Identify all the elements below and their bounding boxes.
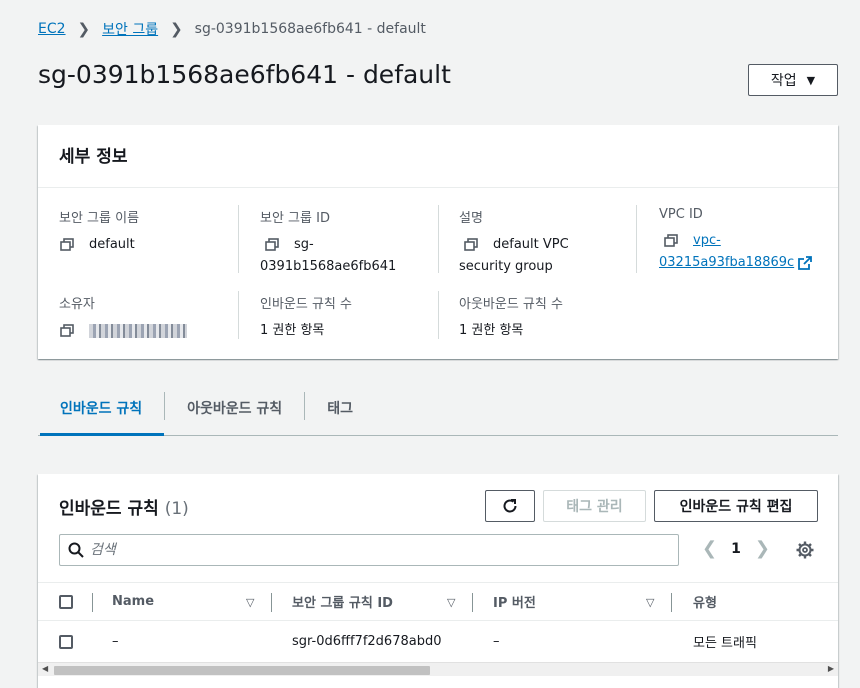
copy-icon[interactable] bbox=[264, 238, 280, 252]
chevron-right-icon[interactable]: ❯ bbox=[755, 538, 770, 559]
sort-caret-icon[interactable]: ▽ bbox=[646, 596, 654, 609]
external-link-icon[interactable] bbox=[798, 256, 813, 270]
cell-name: – bbox=[112, 634, 119, 649]
sg-id-field: 보안 그룹 ID sg- 0391b1568ae6fb641 bbox=[260, 207, 396, 278]
description-label: 설명 bbox=[459, 211, 483, 226]
divider bbox=[636, 205, 637, 273]
description-value-line1: default VPC bbox=[493, 237, 569, 252]
tab-outbound-rules[interactable]: 아웃바운드 규칙 bbox=[165, 384, 304, 435]
breadcrumb-ec2-link[interactable]: EC2 bbox=[38, 21, 66, 37]
owner-value-redacted bbox=[89, 324, 187, 338]
column-header-type[interactable]: 유형 bbox=[693, 583, 717, 620]
vpc-id-link-line2[interactable]: 03215a93fba18869c bbox=[659, 252, 794, 274]
sg-name-value: default bbox=[89, 237, 135, 252]
page-number[interactable]: 1 bbox=[731, 541, 741, 557]
column-divider bbox=[92, 593, 93, 612]
outbound-count-field: 아웃바운드 규칙 수 1 권한 항목 bbox=[459, 293, 563, 342]
refresh-icon bbox=[503, 499, 517, 513]
copy-icon[interactable] bbox=[59, 324, 75, 338]
sort-caret-icon[interactable]: ▽ bbox=[246, 596, 254, 609]
row-checkbox[interactable] bbox=[59, 634, 73, 649]
pagination: ❮ 1 ❯ bbox=[702, 538, 770, 559]
vpc-id-label: VPC ID bbox=[659, 207, 703, 222]
page-title: sg-0391b1568ae6fb641 - default bbox=[38, 60, 451, 89]
inbound-rules-table: Name ▽ 보안 그룹 규칙 ID ▽ IP 버전 ▽ 유형 – sgr-0d… bbox=[38, 582, 838, 662]
breadcrumb: EC2 ❯ 보안 그룹 ❯ sg-0391b1568ae6fb641 - def… bbox=[38, 19, 426, 39]
divider bbox=[238, 205, 239, 273]
copy-icon[interactable] bbox=[59, 238, 75, 252]
vpc-id-field: VPC ID vpc- 03215a93fba18869c bbox=[659, 207, 813, 274]
sg-id-value-line2: 0391b1568ae6fb641 bbox=[260, 259, 397, 274]
details-panel: 세부 정보 보안 그룹 이름 default 보안 그룹 ID sg- 0391… bbox=[38, 125, 838, 359]
chevron-right-icon: ❯ bbox=[77, 20, 91, 38]
column-divider[interactable] bbox=[671, 593, 672, 612]
breadcrumb-current: sg-0391b1568ae6fb641 - default bbox=[194, 21, 426, 37]
refresh-button[interactable] bbox=[485, 490, 535, 522]
scroll-left-icon[interactable]: ◀ bbox=[42, 664, 48, 673]
inbound-rules-title: 인바운드 규칙 (1) bbox=[59, 494, 189, 519]
caret-down-icon: ▼ bbox=[806, 73, 816, 87]
edit-inbound-rules-button[interactable]: 인바운드 규칙 편집 bbox=[654, 490, 818, 522]
search-input[interactable] bbox=[90, 542, 650, 558]
divider bbox=[438, 291, 439, 339]
inbound-count-label: 인바운드 규칙 수 bbox=[260, 297, 352, 312]
horizontal-scrollbar[interactable]: ◀ ▶ bbox=[38, 662, 838, 676]
owner-field: 소유자 bbox=[59, 293, 187, 338]
divider bbox=[438, 205, 439, 273]
outbound-count-label: 아웃바운드 규칙 수 bbox=[459, 297, 563, 312]
divider bbox=[238, 291, 239, 339]
column-header-name[interactable]: Name bbox=[112, 583, 154, 620]
chevron-left-icon[interactable]: ❮ bbox=[702, 538, 717, 559]
table-header: Name ▽ 보안 그룹 규칙 ID ▽ IP 버전 ▽ 유형 bbox=[38, 582, 838, 621]
tab-tags[interactable]: 태그 bbox=[305, 384, 375, 435]
table-row[interactable]: – sgr-0d6fff7f2d678abd0 – 모든 트래픽 bbox=[38, 621, 838, 662]
inbound-count-field: 인바운드 규칙 수 1 권한 항목 bbox=[260, 293, 352, 342]
inbound-count-value: 1 권한 항목 bbox=[260, 323, 325, 338]
search-field[interactable] bbox=[59, 534, 679, 566]
column-divider[interactable] bbox=[472, 593, 473, 612]
column-divider[interactable] bbox=[271, 593, 272, 612]
scroll-right-icon[interactable]: ▶ bbox=[828, 664, 834, 673]
vpc-id-link-line1[interactable]: vpc- bbox=[693, 230, 721, 252]
column-header-ip-version[interactable]: IP 버전 bbox=[493, 583, 536, 620]
cell-ip-version: – bbox=[493, 634, 500, 649]
inbound-rules-panel: 인바운드 규칙 (1) 태그 관리 인바운드 규칙 편집 ❮ 1 ❯ Name … bbox=[38, 474, 838, 688]
inbound-rules-count: (1) bbox=[164, 499, 189, 519]
outbound-count-value: 1 권한 항목 bbox=[459, 323, 524, 338]
sg-name-field: 보안 그룹 이름 default bbox=[59, 207, 139, 256]
chevron-right-icon: ❯ bbox=[170, 20, 183, 38]
cell-rule-id: sgr-0d6fff7f2d678abd0 bbox=[292, 634, 442, 649]
actions-dropdown-button[interactable]: 작업 ▼ bbox=[748, 64, 838, 96]
copy-icon[interactable] bbox=[463, 238, 479, 252]
column-header-rule-id[interactable]: 보안 그룹 규칙 ID bbox=[292, 583, 393, 620]
select-all-checkbox[interactable] bbox=[59, 594, 73, 609]
copy-icon[interactable] bbox=[663, 234, 679, 248]
search-icon bbox=[68, 542, 84, 558]
tab-inbound-rules[interactable]: 인바운드 규칙 bbox=[38, 384, 165, 436]
description-field: 설명 default VPC security group bbox=[459, 207, 569, 278]
details-header: 세부 정보 bbox=[38, 125, 838, 188]
rules-tabs: 인바운드 규칙 아웃바운드 규칙 태그 bbox=[38, 384, 838, 436]
cell-type: 모든 트래픽 bbox=[693, 636, 757, 651]
sg-name-label: 보안 그룹 이름 bbox=[59, 211, 140, 226]
actions-label: 작업 bbox=[770, 73, 797, 89]
scrollbar-thumb[interactable] bbox=[54, 666, 430, 675]
breadcrumb-security-groups-link[interactable]: 보안 그룹 bbox=[102, 19, 158, 39]
gear-icon[interactable] bbox=[796, 541, 814, 559]
sg-id-label: 보안 그룹 ID bbox=[260, 211, 330, 226]
description-value-line2: security group bbox=[459, 259, 553, 274]
manage-tags-button[interactable]: 태그 관리 bbox=[543, 490, 646, 522]
sort-caret-icon[interactable]: ▽ bbox=[447, 596, 455, 609]
sg-id-value-line1: sg- bbox=[294, 237, 314, 252]
inbound-rules-heading: 인바운드 규칙 bbox=[59, 499, 159, 519]
owner-label: 소유자 bbox=[59, 297, 95, 312]
